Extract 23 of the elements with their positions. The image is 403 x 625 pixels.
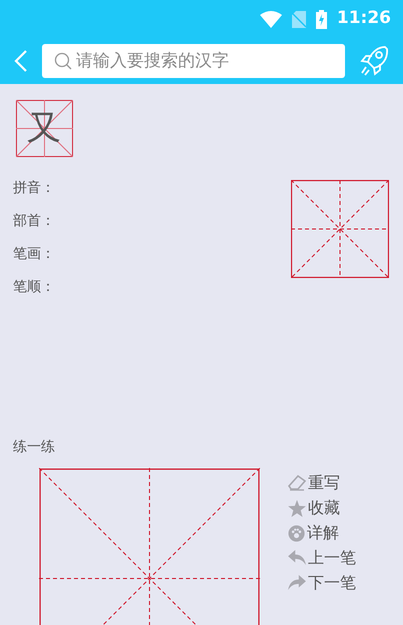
- practice-title: 练一练: [13, 438, 56, 457]
- wifi-icon: [260, 10, 282, 28]
- field-label: 笔顺：: [13, 278, 56, 297]
- action-button[interactable]: 详解: [288, 522, 356, 544]
- rocket-icon[interactable]: [359, 45, 389, 77]
- action-button[interactable]: 收藏: [288, 497, 356, 519]
- action-button[interactable]: 重写: [288, 472, 356, 494]
- field-label: 笔画：: [13, 245, 56, 264]
- paw-icon: [288, 524, 305, 542]
- action-button[interactable]: 上一笔: [288, 547, 356, 569]
- battery-charging-icon: [316, 10, 327, 28]
- redo-arrow-icon: [288, 575, 306, 591]
- back-icon[interactable]: [14, 50, 28, 72]
- eraser-icon: [288, 475, 306, 491]
- field-label: 拼音：: [13, 179, 56, 198]
- no-sim-icon: [292, 10, 306, 28]
- action-button[interactable]: 下一笔: [288, 572, 356, 594]
- star-icon: [288, 500, 306, 516]
- field-label: 部首：: [13, 212, 56, 231]
- status-time: 11:26: [336, 7, 391, 30]
- search-field[interactable]: 请输入要搜索的汉字: [42, 44, 345, 78]
- undo-arrow-icon: [288, 550, 306, 566]
- search-icon: [54, 52, 72, 70]
